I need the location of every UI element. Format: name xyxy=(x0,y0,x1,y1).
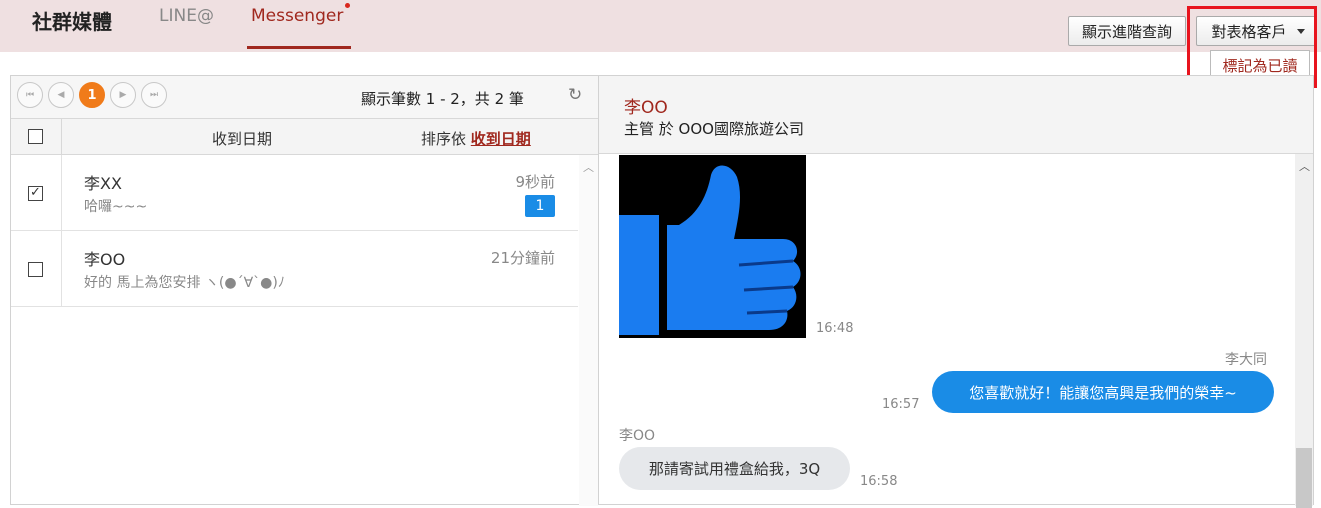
message-time: 16:58 xyxy=(860,474,898,489)
advanced-search-button[interactable]: 顯示進階查詢 xyxy=(1068,16,1186,46)
thumbs-up-icon xyxy=(619,155,806,338)
customer-action-dropdown-label: 對表格客戶 xyxy=(1211,22,1287,41)
prev-page-icon[interactable]: ◀ xyxy=(48,82,74,108)
scrollbar-thumb[interactable] xyxy=(1296,448,1312,508)
list-item[interactable]: ✓ 李XX 哈囉~~~ 9秒前 1 xyxy=(11,155,578,231)
chevron-up-icon[interactable]: ︿ xyxy=(1299,158,1310,174)
chat-contact-name[interactable]: 李OO xyxy=(624,93,668,118)
column-date-header: 收到日期 xyxy=(212,130,273,148)
incoming-message-bubble: 那請寄試用禮盒給我，3Q xyxy=(619,447,850,490)
chat-scrollbar[interactable]: ︿ xyxy=(1295,154,1313,508)
customer-action-dropdown[interactable]: 對表格客戶 xyxy=(1196,16,1316,46)
pager-bar: ⏮ ◀ 1 ▶ ⏭ 顯示筆數 1 - 2，共 2 筆 ↻ xyxy=(11,76,598,119)
sort-control: 排序依 收到日期 xyxy=(421,128,531,149)
caret-down-icon xyxy=(1297,29,1305,34)
message-preview: 好的 馬上為您安排 ヽ(●´∀`●)ﾉ xyxy=(84,275,285,291)
tab-messenger[interactable]: Messenger xyxy=(251,3,351,26)
conversation-list: ✓ 李XX 哈囉~~~ 9秒前 1 李OO 好的 馬上為您安排 ヽ(●´∀`●)… xyxy=(11,155,578,307)
brand-title: 社群媒體 xyxy=(32,10,112,34)
tab-line[interactable]: LINE@ xyxy=(159,6,214,26)
first-page-icon[interactable]: ⏮ xyxy=(17,82,43,108)
thumbs-up-image[interactable] xyxy=(619,155,806,338)
received-time: 9秒前 xyxy=(515,173,555,191)
contact-name: 李OO xyxy=(84,250,126,269)
message-time: 16:57 xyxy=(882,397,920,412)
outgoing-sender-name: 李大同 xyxy=(1225,352,1267,368)
conversation-list-panel: ⏮ ◀ 1 ▶ ⏭ 顯示筆數 1 - 2，共 2 筆 ↻ 收到日期 排序依 收到… xyxy=(10,75,598,506)
chevron-up-icon[interactable]: ︿ xyxy=(583,159,594,175)
sort-field-link[interactable]: 收到日期 xyxy=(471,130,531,148)
contact-name: 李XX xyxy=(84,174,122,193)
row-divider xyxy=(61,155,62,230)
page-number-button[interactable]: 1 xyxy=(79,82,105,108)
select-all-checkbox[interactable] xyxy=(28,129,43,144)
last-page-icon[interactable]: ⏭ xyxy=(141,82,167,108)
refresh-icon[interactable]: ↻ xyxy=(568,85,582,105)
outgoing-message-bubble: 您喜歡就好！能讓您高興是我們的榮幸~ xyxy=(932,371,1274,413)
list-column-header: 收到日期 排序依 收到日期 xyxy=(11,119,598,155)
chat-panel: 李OO 主管 於 OOO國際旅遊公司 16:48 李大同 您喜歡就好！能讓您高興… xyxy=(598,75,1314,508)
active-tab-indicator xyxy=(247,46,351,49)
chat-contact-title: 主管 於 OOO國際旅遊公司 xyxy=(624,120,804,138)
row-divider xyxy=(61,231,62,306)
received-time: 21分鐘前 xyxy=(490,249,555,267)
list-item[interactable]: 李OO 好的 馬上為您安排 ヽ(●´∀`●)ﾉ 21分鐘前 xyxy=(11,231,578,307)
notification-dot-icon xyxy=(345,3,351,8)
row-checkbox-checked[interactable]: ✓ xyxy=(28,186,43,201)
next-page-icon[interactable]: ▶ xyxy=(110,82,136,108)
list-scrollbar[interactable]: ︿ xyxy=(579,155,598,506)
tab-messenger-label: Messenger xyxy=(251,6,344,26)
record-count-summary: 顯示筆數 1 - 2，共 2 筆 xyxy=(361,90,524,108)
column-divider xyxy=(61,119,62,154)
incoming-sender-name: 李OO xyxy=(619,428,656,444)
row-checkbox[interactable] xyxy=(28,262,43,277)
unread-count-badge: 1 xyxy=(525,195,555,217)
chat-header: 李OO 主管 於 OOO國際旅遊公司 xyxy=(599,76,1313,154)
sort-prefix: 排序依 xyxy=(421,130,467,148)
message-time: 16:48 xyxy=(816,321,854,336)
message-preview: 哈囉~~~ xyxy=(84,199,148,215)
